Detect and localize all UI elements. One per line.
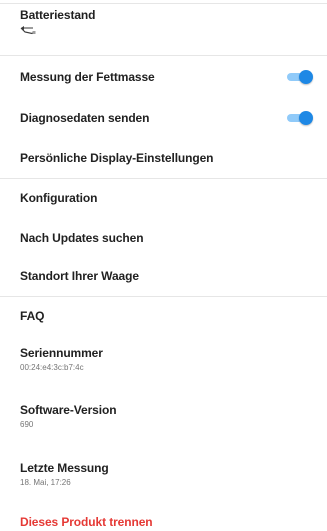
- top-divider: [0, 3, 327, 4]
- scale-location-item[interactable]: Standort Ihrer Waage: [0, 266, 327, 286]
- software-version-label: Software-Version: [20, 403, 117, 417]
- configuration-item[interactable]: Konfiguration: [0, 188, 327, 208]
- fat-mass-row[interactable]: Messung der Fettmasse: [0, 67, 327, 87]
- last-measurement-label: Letzte Messung: [20, 461, 109, 475]
- disconnect-product-button[interactable]: Dieses Produkt trennen: [0, 513, 327, 531]
- display-settings-label: Persönliche Display-Einstellungen: [20, 151, 214, 165]
- battery-label: Batteriestand: [20, 8, 96, 22]
- diagnostics-label: Diagnosedaten senden: [20, 111, 150, 125]
- serial-number-row: Seriennummer 00:24:e4:3c:b7:4c: [0, 346, 327, 372]
- check-updates-label: Nach Updates suchen: [20, 231, 144, 245]
- configuration-label: Konfiguration: [20, 191, 98, 205]
- check-updates-item[interactable]: Nach Updates suchen: [0, 228, 327, 248]
- serial-number-label: Seriennummer: [20, 346, 103, 360]
- battery-empty-icon: [20, 26, 36, 35]
- divider-3: [0, 296, 327, 297]
- disconnect-product-label: Dieses Produkt trennen: [20, 515, 153, 529]
- last-measurement-row: Letzte Messung 18. Mai, 17:26: [0, 461, 327, 487]
- toggle-thumb: [299, 70, 313, 84]
- software-version-value: 690: [20, 420, 34, 429]
- faq-label: FAQ: [20, 309, 45, 323]
- battery-row: Batteriestand: [0, 8, 327, 35]
- fat-mass-label: Messung der Fettmasse: [20, 70, 155, 84]
- last-measurement-value: 18. Mai, 17:26: [20, 478, 71, 487]
- diagnostics-toggle[interactable]: [287, 111, 313, 125]
- diagnostics-row[interactable]: Diagnosedaten senden: [0, 108, 327, 128]
- display-settings-item[interactable]: Persönliche Display-Einstellungen: [0, 148, 327, 168]
- divider-2: [0, 178, 327, 179]
- toggle-thumb: [299, 111, 313, 125]
- faq-item[interactable]: FAQ: [0, 306, 327, 326]
- product-settings-screen: Batteriestand Messung der Fettmasse Diag…: [0, 0, 327, 531]
- serial-number-value: 00:24:e4:3c:b7:4c: [20, 363, 84, 372]
- fat-mass-toggle[interactable]: [287, 70, 313, 84]
- scale-location-label: Standort Ihrer Waage: [20, 269, 139, 283]
- software-version-row: Software-Version 690: [0, 403, 327, 429]
- divider-1: [0, 55, 327, 56]
